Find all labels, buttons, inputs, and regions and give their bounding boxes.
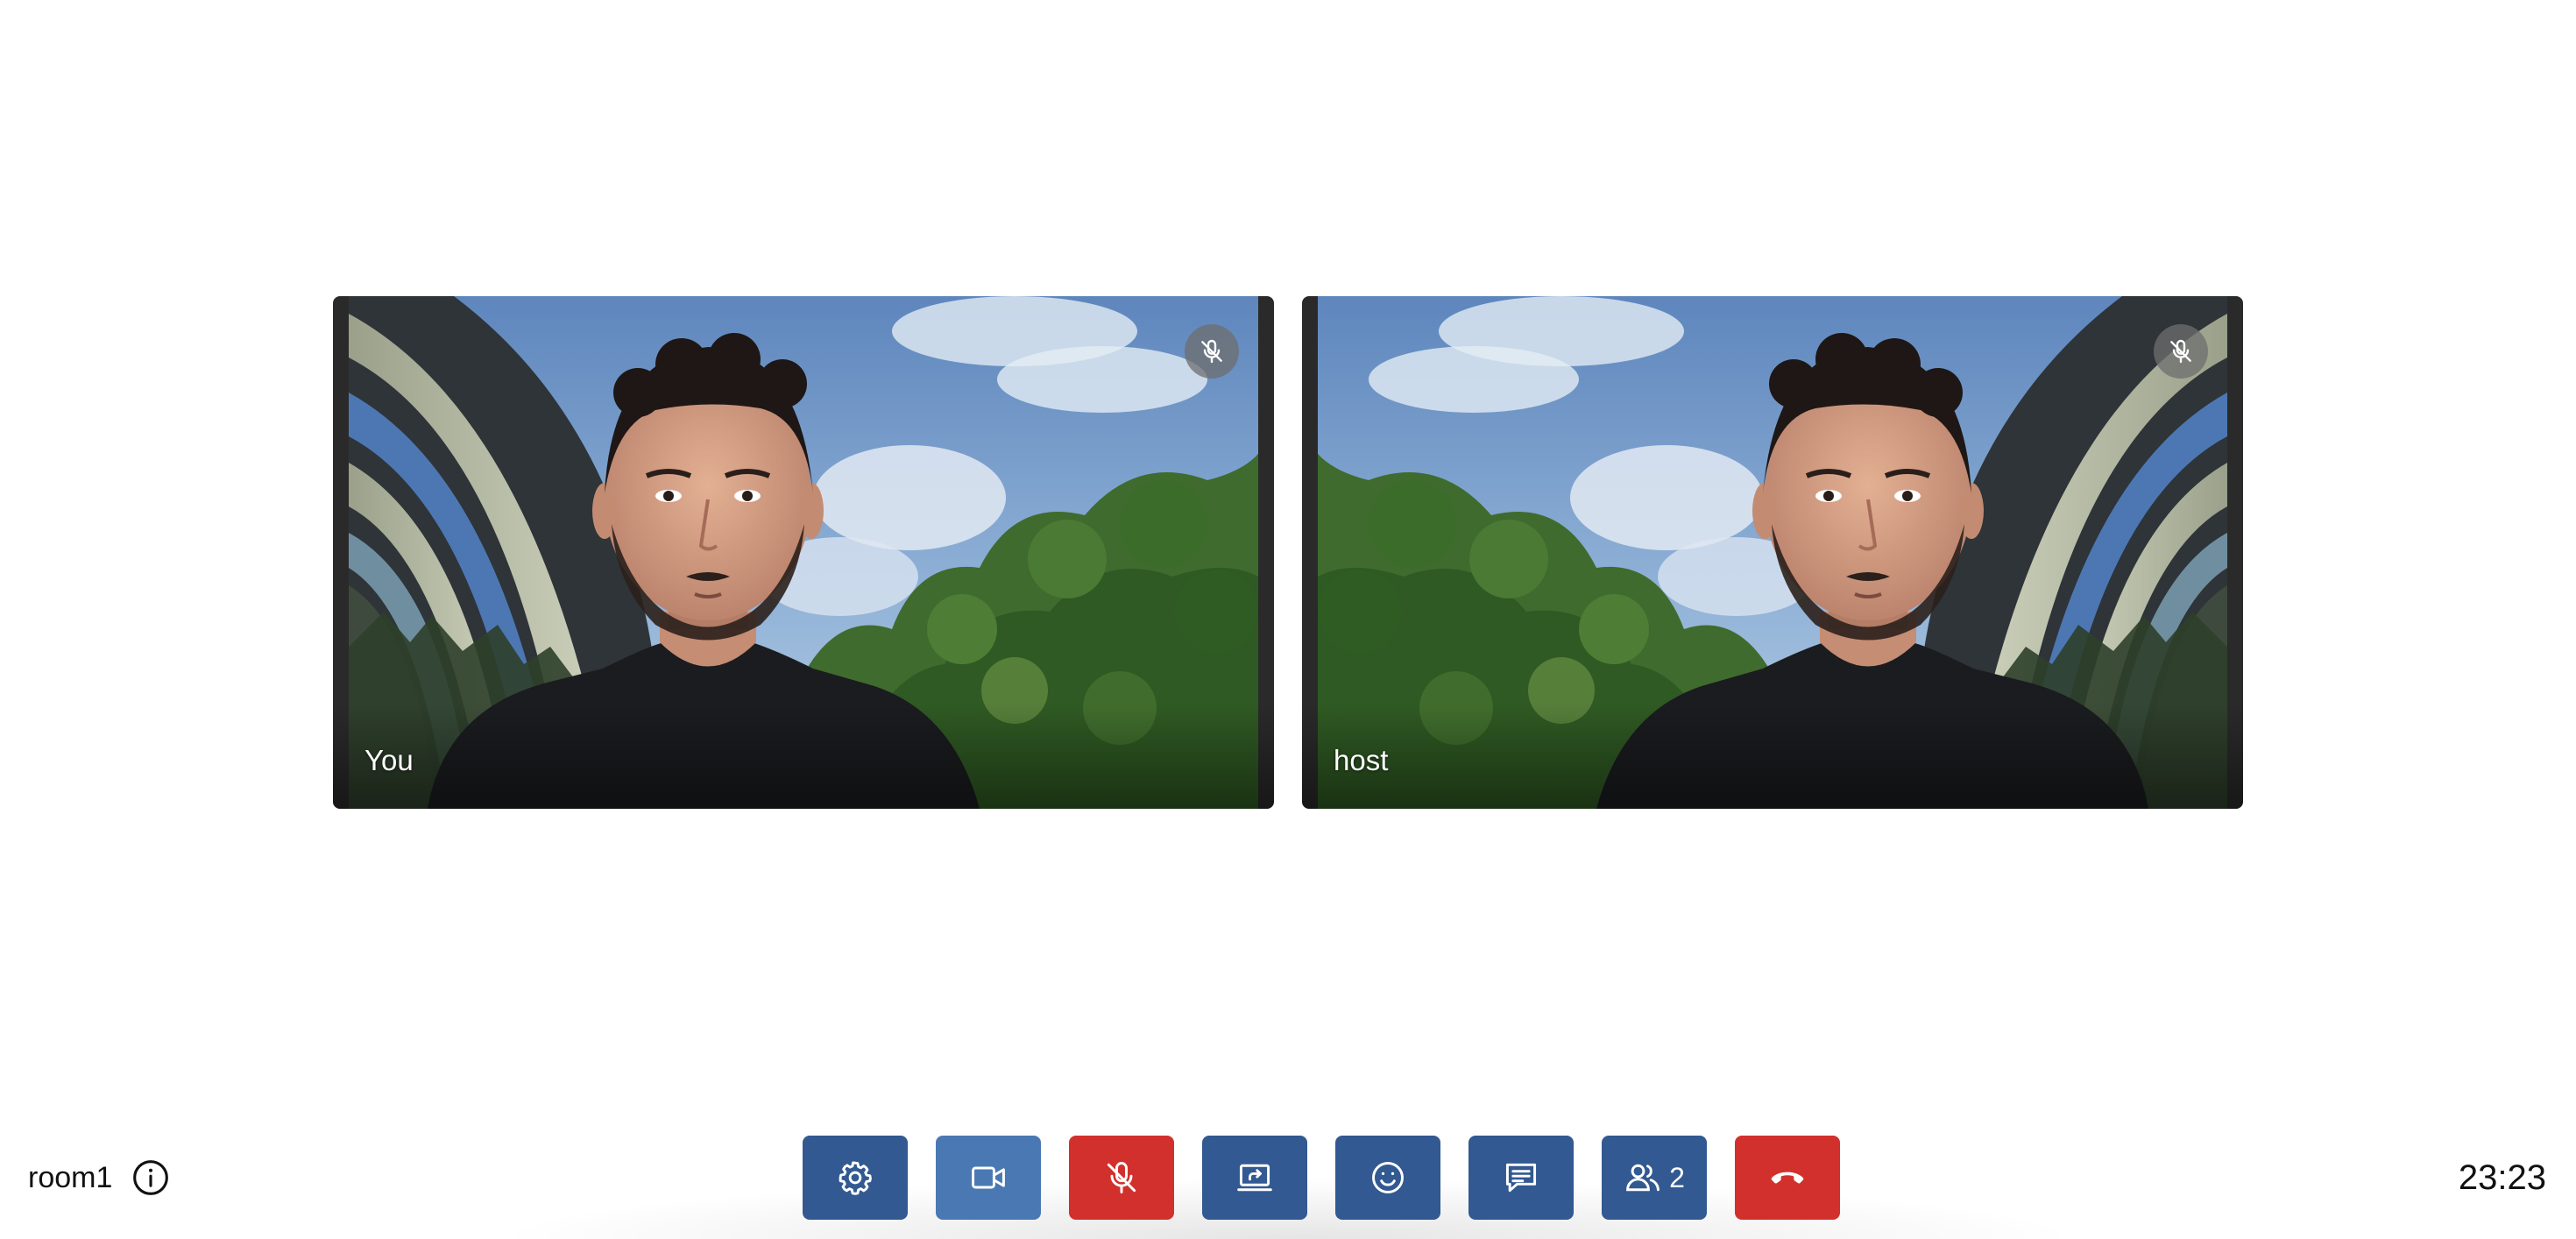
screen-share-button[interactable] — [1202, 1136, 1307, 1220]
chat-icon — [1505, 1163, 1537, 1193]
meeting-clock: 23:23 — [2458, 1158, 2546, 1197]
gear-icon — [839, 1161, 872, 1195]
people-icon — [1626, 1164, 1660, 1192]
participants-count: 2 — [1669, 1161, 1685, 1193]
room-info: room1 — [28, 1153, 170, 1202]
microphone-button[interactable] — [1069, 1136, 1174, 1220]
screen-share-icon — [1237, 1164, 1272, 1192]
smiley-icon — [1372, 1162, 1404, 1193]
hang-up-icon — [1771, 1172, 1804, 1184]
video-feed-host — [1318, 296, 2227, 809]
participants-button[interactable]: 2 — [1602, 1136, 1707, 1220]
muted-indicator-icon — [1185, 324, 1239, 379]
video-tile-you[interactable]: You — [333, 296, 1274, 809]
chat-button[interactable] — [1468, 1136, 1574, 1220]
muted-indicator-icon — [2154, 324, 2208, 379]
reactions-button[interactable] — [1335, 1136, 1440, 1220]
microphone-off-icon — [1107, 1162, 1136, 1193]
info-icon[interactable] — [131, 1158, 170, 1197]
hang-up-button[interactable] — [1735, 1136, 1840, 1220]
camera-button[interactable] — [936, 1136, 1041, 1220]
participant-name: You — [364, 744, 414, 776]
video-camera-icon — [972, 1166, 1005, 1189]
meeting-stage: You host room1 2 23:23 — [0, 0, 2576, 1239]
settings-button[interactable] — [803, 1136, 908, 1220]
meeting-toolbar: 2 — [803, 1136, 1840, 1220]
participant-name: host — [1334, 744, 1389, 776]
room-name: room1 — [28, 1160, 113, 1194]
video-feed-you — [349, 296, 1258, 809]
video-tile-host[interactable]: host — [1302, 296, 2243, 809]
